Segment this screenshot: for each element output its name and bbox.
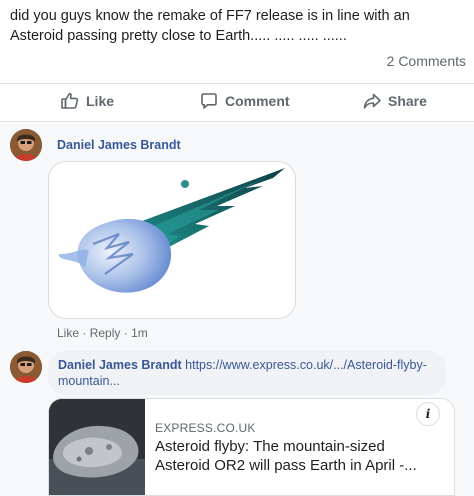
comments-count-link[interactable]: 2 Comments [387, 53, 466, 69]
speech-bubble-icon [199, 91, 219, 111]
like-button[interactable]: Like [60, 84, 114, 118]
comment-body: Daniel James Brandt https://www.express.… [58, 357, 442, 389]
divider-bottom [0, 121, 474, 122]
comment-actions: Like · Reply · 1m [57, 326, 148, 340]
link-preview-card[interactable]: EXPRESS.CO.UK Asteroid flyby: The mounta… [48, 398, 455, 496]
comment-reply-link[interactable]: Reply [90, 326, 121, 340]
link-preview-title[interactable]: Asteroid flyby: The mountain-sized Aster… [155, 437, 437, 475]
thumbs-up-icon [60, 91, 80, 111]
meteor-logo-image [58, 168, 285, 293]
comment-label: Comment [225, 93, 290, 109]
comment-bubble: Daniel James Brandt https://www.express.… [48, 351, 446, 395]
avatar[interactable] [10, 351, 42, 383]
share-arrow-icon [362, 91, 382, 111]
comment-like-link[interactable]: Like [57, 326, 79, 340]
comment-author[interactable]: Daniel James Brandt [58, 358, 182, 372]
post-actions-bar: Like Comment Share [0, 84, 474, 120]
comment-image[interactable] [48, 161, 296, 319]
comment-button[interactable]: Comment [199, 84, 290, 118]
info-icon[interactable]: i [416, 402, 440, 426]
separator-dot: · [123, 326, 128, 340]
post-text: did you guys know the remake of FF7 rele… [10, 8, 410, 44]
link-preview-thumbnail [49, 399, 145, 495]
share-button[interactable]: Share [362, 84, 427, 118]
separator-dot: · [82, 326, 87, 340]
comment-timestamp[interactable]: 1m [131, 326, 148, 340]
avatar[interactable] [10, 129, 42, 161]
link-preview-domain: EXPRESS.CO.UK [155, 421, 256, 435]
comment-author[interactable]: Daniel James Brandt [57, 138, 181, 152]
share-label: Share [388, 93, 427, 109]
like-label: Like [86, 93, 115, 109]
